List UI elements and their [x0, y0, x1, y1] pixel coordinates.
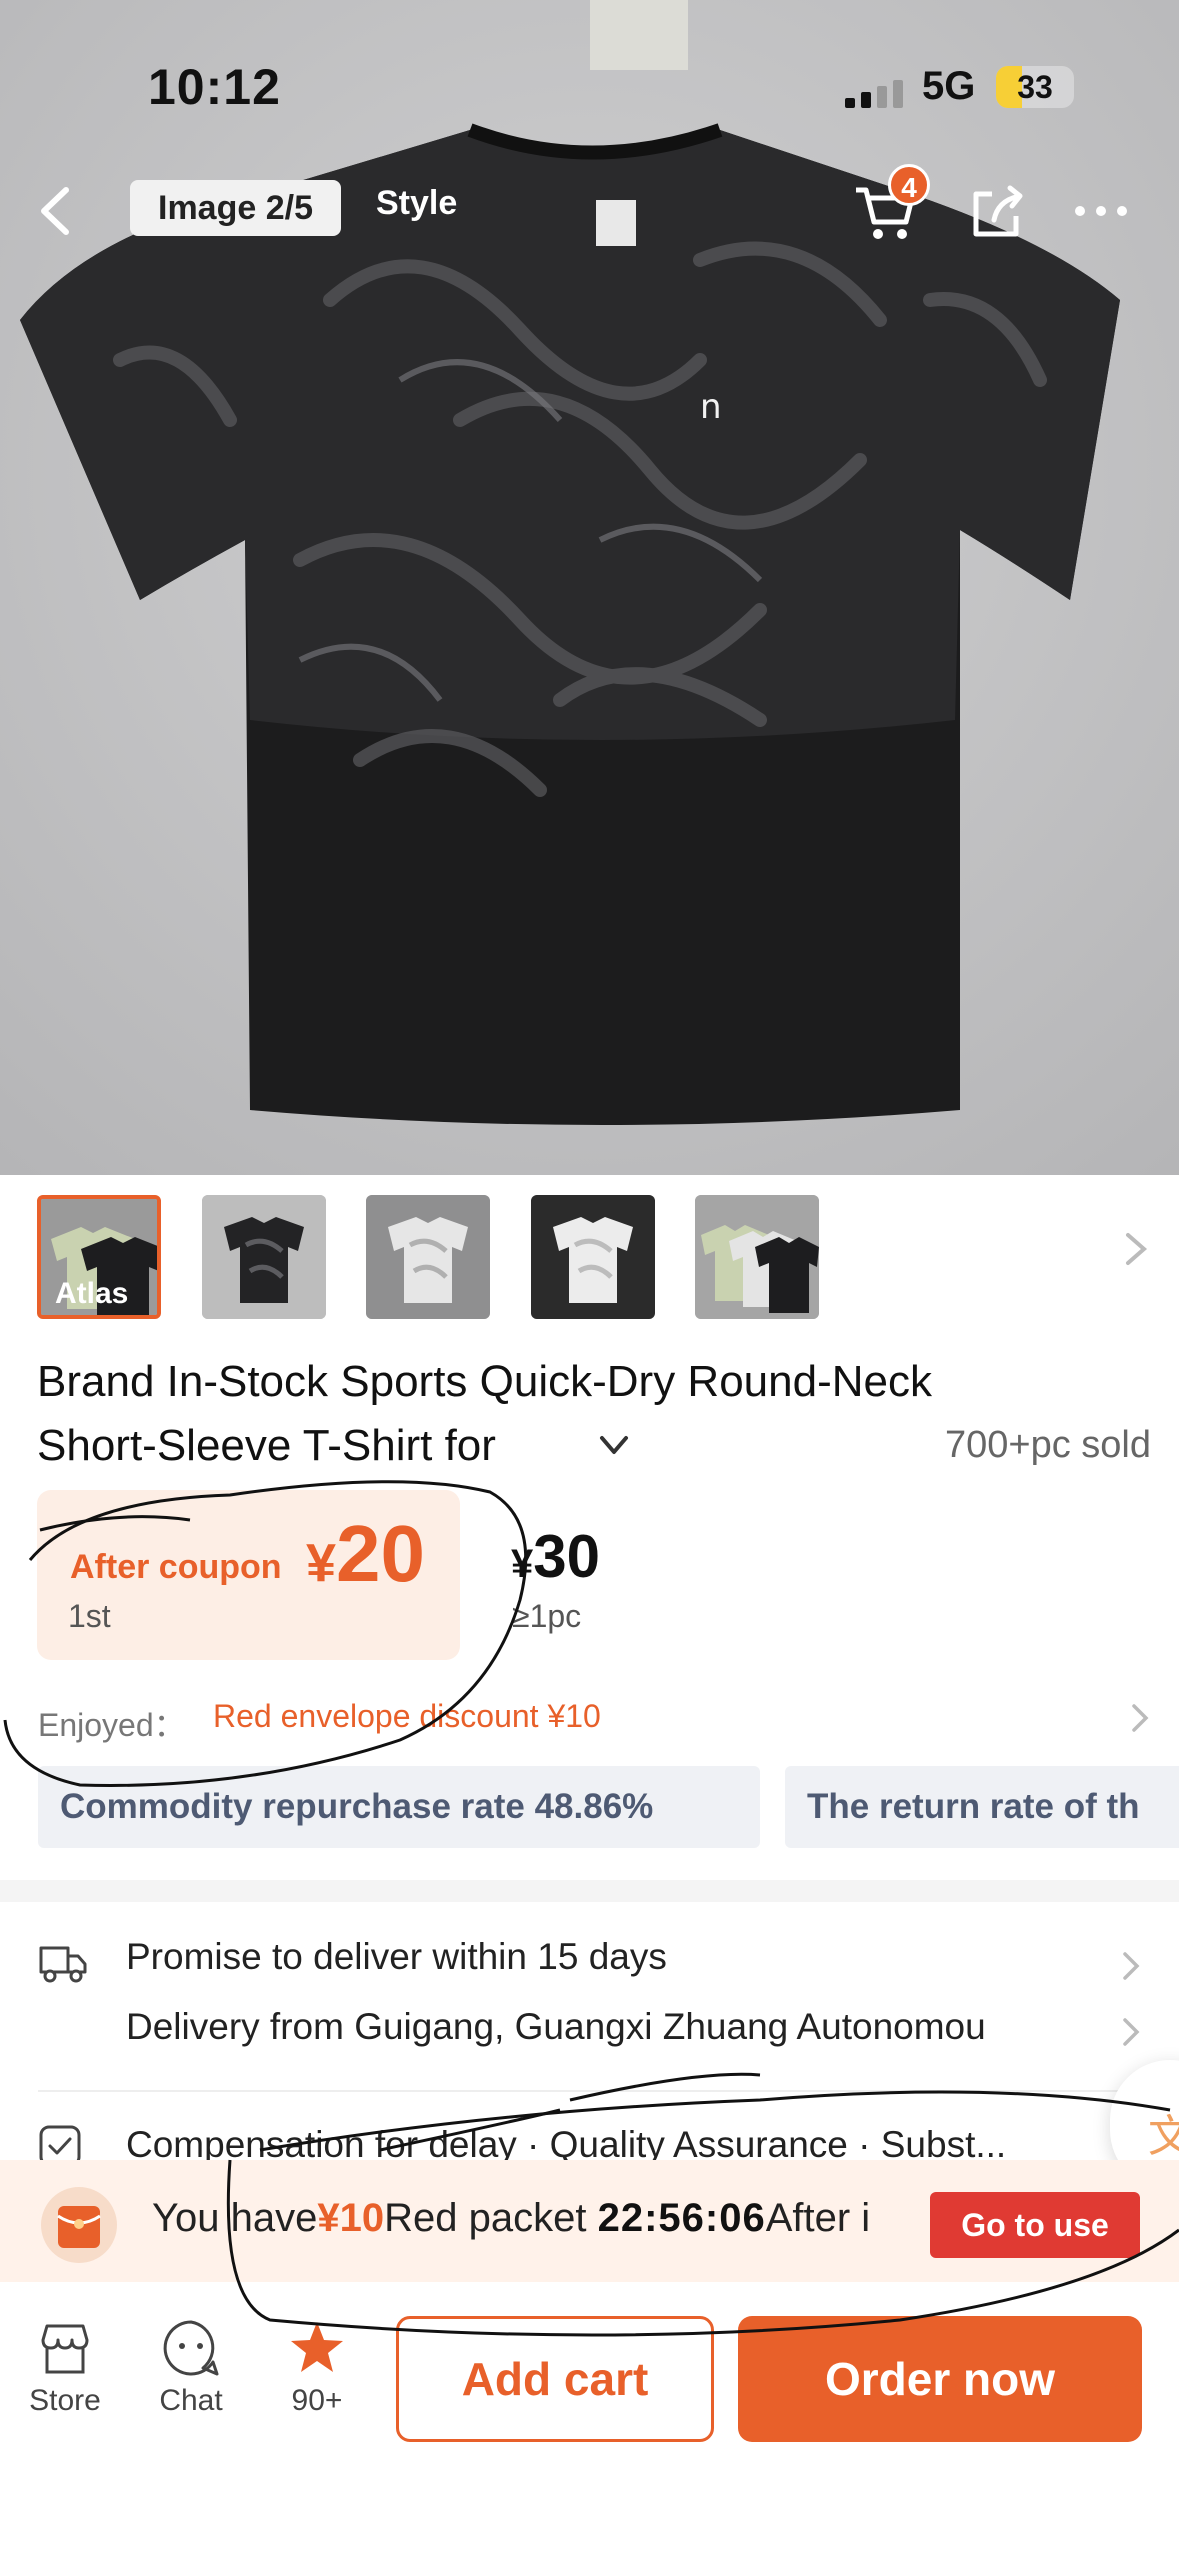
store-button[interactable]: Store [10, 2318, 120, 2418]
red-packet-amount: ¥10 [317, 2196, 385, 2240]
store-label: Store [29, 2384, 101, 2417]
svg-text:n: n [700, 387, 722, 427]
list-price-value: 30 [533, 1523, 600, 1590]
enjoyed-label: Enjoyed： [38, 1707, 186, 1743]
thumbnail-2[interactable] [202, 1195, 326, 1319]
thumbnail-5[interactable] [695, 1195, 819, 1319]
coupon-label: After coupon [70, 1548, 282, 1586]
return-rate-tag[interactable]: The return rate of th [785, 1766, 1179, 1848]
thumbnail-1[interactable]: Atlas [37, 1195, 161, 1319]
thumbnail-label: Atlas [55, 1277, 129, 1310]
list-tier: ≥1pc [512, 1598, 582, 1634]
chevron-right-icon[interactable] [1118, 2014, 1144, 2050]
battery-level: 33 [1017, 69, 1053, 105]
image-indicator-tab[interactable]: Image 2/5 [130, 180, 341, 236]
red-packet-text: You have¥10Red packet 22:56:06After i [152, 2196, 870, 2241]
chevron-right-icon[interactable] [1118, 1948, 1144, 1984]
list-price: ¥30 [511, 1522, 600, 1591]
thumbnail-image [531, 1195, 655, 1319]
thumbnail-image [366, 1195, 490, 1319]
coupon-price-value: 20 [336, 1509, 426, 1598]
currency-symbol: ¥ [306, 1533, 337, 1593]
thumbnail-strip: Atlas [0, 1175, 1179, 1325]
thumbnail-image [202, 1195, 326, 1319]
coupon-price: ¥20 [306, 1508, 425, 1600]
more-icon[interactable] [1066, 176, 1136, 246]
product-title-line2: Short-Sleeve T-Shirt for [37, 1421, 496, 1470]
chevron-down-icon[interactable] [596, 1430, 632, 1460]
section-divider [0, 1880, 1179, 1902]
order-now-button[interactable]: Order now [738, 2316, 1142, 2442]
battery-icon: 33 [996, 66, 1074, 108]
go-to-use-button[interactable]: Go to use [930, 2192, 1140, 2258]
red-packet-label: Red packet [384, 2196, 587, 2240]
status-time: 10:12 [148, 59, 281, 115]
repurchase-rate-tag[interactable]: Commodity repurchase rate 48.86% [38, 1766, 760, 1848]
delivery-promise[interactable]: Promise to deliver within 15 days [126, 1936, 667, 1978]
favorite-count: 90+ [291, 2384, 343, 2417]
chat-icon [163, 2320, 219, 2376]
style-tab[interactable]: Style [376, 184, 457, 223]
chat-button[interactable]: Chat [136, 2318, 246, 2418]
back-arrow-icon[interactable] [22, 176, 92, 246]
currency-symbol: ¥ [511, 1542, 534, 1586]
divider [38, 2090, 1179, 2092]
cart-badge: 4 [888, 164, 930, 206]
red-packet-suffix: After i [765, 2196, 871, 2240]
coupon-tier: 1st [68, 1598, 111, 1634]
star-icon [291, 2322, 343, 2372]
translate-icon: 文 [1148, 2112, 1179, 2161]
store-icon [41, 2324, 89, 2374]
product-title: Brand In-Stock Sports Quick-Dry Round-Ne… [37, 1357, 932, 1406]
red-packet-icon [41, 2187, 117, 2263]
red-packet-prefix: You have [152, 2196, 318, 2240]
chat-label: Chat [159, 2384, 223, 2417]
thumbnail-image [695, 1195, 819, 1319]
share-icon[interactable] [962, 176, 1032, 246]
network-label: 5G [922, 64, 976, 108]
chevron-right-icon[interactable] [1126, 1700, 1154, 1736]
sold-count: 700+pc sold [945, 1424, 1151, 1466]
thumbnail-3[interactable] [366, 1195, 490, 1319]
add-cart-button[interactable]: Add cart [396, 2316, 714, 2442]
thumbnail-4[interactable] [531, 1195, 655, 1319]
signal-icon [845, 80, 903, 108]
delivery-origin[interactable]: Delivery from Guigang, Guangxi Zhuang Au… [126, 2006, 1111, 2048]
chevron-right-icon[interactable] [1118, 1229, 1154, 1269]
countdown-timer: 22:56:06 [597, 2196, 766, 2240]
enjoyed-value: Red envelope discount ¥10 [213, 1698, 601, 1734]
favorite-button[interactable]: 90+ [262, 2318, 372, 2418]
tag-row: Commodity repurchase rate 48.86% The ret… [0, 1766, 1179, 1850]
truck-icon [39, 1946, 87, 1983]
status-bar: 10:12 5G 33 [0, 0, 1179, 150]
